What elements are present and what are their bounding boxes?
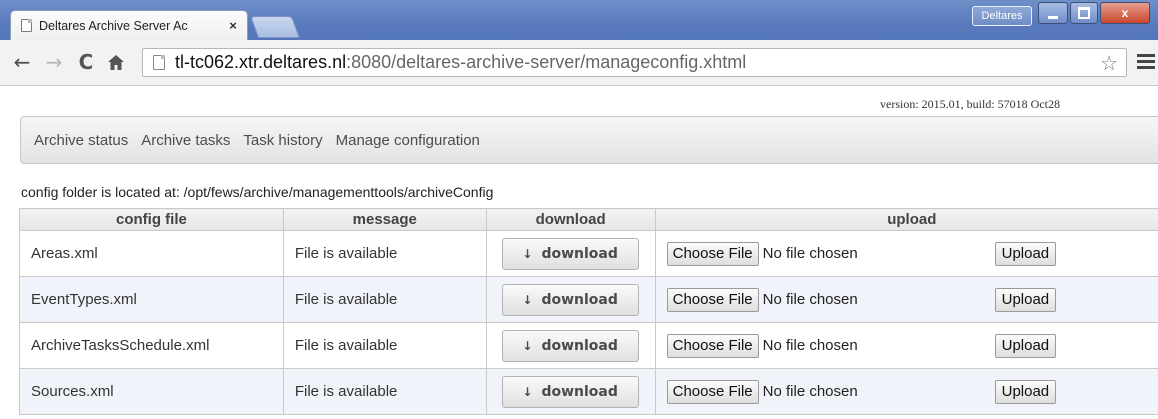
nav-menubar: Archive status Archive tasks Task histor… [20,116,1158,164]
maximize-button[interactable] [1070,2,1098,24]
config-file-name: Sources.xml [19,368,284,415]
column-header-message: message [282,208,487,231]
column-header-download: download [485,208,656,231]
download-arrow-icon: ↓ [522,338,533,353]
window-close-button[interactable]: x [1100,2,1150,24]
status-message: File is available [282,322,487,369]
menu-item-archive-status[interactable]: Archive status [34,132,128,149]
download-cell: ↓ download [485,322,656,369]
new-tab-button[interactable] [249,16,301,38]
browser-tab[interactable]: Deltares Archive Server Ac × [10,10,248,40]
choose-file-button[interactable]: Choose File [666,379,759,404]
no-file-label: No file chosen [762,290,858,308]
reload-icon[interactable]: C [74,50,98,74]
download-cell: ↓ download [485,230,656,277]
table-row: EventTypes.xml File is available ↓ downlo… [19,276,1158,323]
config-file-name: ArchiveTasksSchedule.xml [19,322,284,369]
no-file-label: No file chosen [762,382,858,400]
status-message: File is available [282,276,487,323]
table-header-row: config file message download upload [19,208,1158,231]
choose-file-button[interactable]: Choose File [666,333,759,358]
config-file-name: Areas.xml [19,230,284,277]
upload-button[interactable]: Upload [994,334,1057,358]
no-file-label: No file chosen [762,336,858,354]
status-message: File is available [282,230,487,277]
download-arrow-icon: ↓ [522,384,533,399]
download-arrow-icon: ↓ [522,246,533,261]
config-table: config file message download upload Area… [19,208,1158,415]
page-icon [21,19,32,32]
version-info: version: 2015.01, build: 57018 Oct28 [880,97,1060,111]
tab-close-icon[interactable]: × [225,18,241,33]
tab-title: Deltares Archive Server Ac [39,18,188,33]
address-bar[interactable]: tl-tc062.xtr.deltares.nl:8080/deltares-a… [142,48,1127,77]
upload-button[interactable]: Upload [994,380,1057,404]
upload-cell: Choose File No file chosen Upload [654,276,1158,323]
table-row: ArchiveTasksSchedule.xml File is availab… [19,322,1158,369]
download-cell: ↓ download [485,368,656,415]
download-cell: ↓ download [485,276,656,323]
upload-cell: Choose File No file chosen Upload [654,322,1158,369]
star-icon[interactable]: ☆ [1100,51,1118,76]
download-button[interactable]: ↓ download [501,375,639,408]
url-text: tl-tc062.xtr.deltares.nl:8080/deltares-a… [175,52,747,72]
choose-file-button[interactable]: Choose File [666,241,759,266]
config-folder-note: config folder is located at: /opt/fews/a… [21,184,494,200]
hamburger-menu-icon[interactable] [1137,54,1155,70]
home-icon[interactable] [104,50,128,74]
upload-cell: Choose File No file chosen Upload [654,230,1158,277]
config-file-name: EventTypes.xml [19,276,284,323]
no-file-label: No file chosen [762,244,858,262]
forward-arrow-icon[interactable]: → [42,50,66,74]
upload-button[interactable]: Upload [994,242,1057,266]
table-row: Areas.xml File is available ↓ download Ch… [19,230,1158,277]
profile-button[interactable]: Deltares [972,6,1032,26]
download-button[interactable]: ↓ download [501,283,639,316]
upload-button[interactable]: Upload [994,288,1057,312]
page-icon [153,55,165,70]
upload-cell: Choose File No file chosen Upload [654,368,1158,415]
column-header-config-file: config file [19,208,284,231]
status-message: File is available [282,368,487,415]
back-arrow-icon[interactable]: ← [10,50,34,74]
menu-item-manage-configuration[interactable]: Manage configuration [336,132,480,149]
menu-item-archive-tasks[interactable]: Archive tasks [141,132,230,149]
minimize-button[interactable] [1038,2,1068,24]
download-button[interactable]: ↓ download [501,237,639,270]
download-button[interactable]: ↓ download [501,329,639,362]
browser-toolbar: ← → C tl-tc062.xtr.deltares.nl:8080/delt… [0,40,1158,86]
table-row: Sources.xml File is available ↓ download … [19,368,1158,415]
window-titlebar: Deltares Archive Server Ac × Deltares x [0,0,1158,40]
menu-item-task-history[interactable]: Task history [243,132,322,149]
column-header-upload: upload [654,208,1158,231]
choose-file-button[interactable]: Choose File [666,287,759,312]
download-arrow-icon: ↓ [522,292,533,307]
